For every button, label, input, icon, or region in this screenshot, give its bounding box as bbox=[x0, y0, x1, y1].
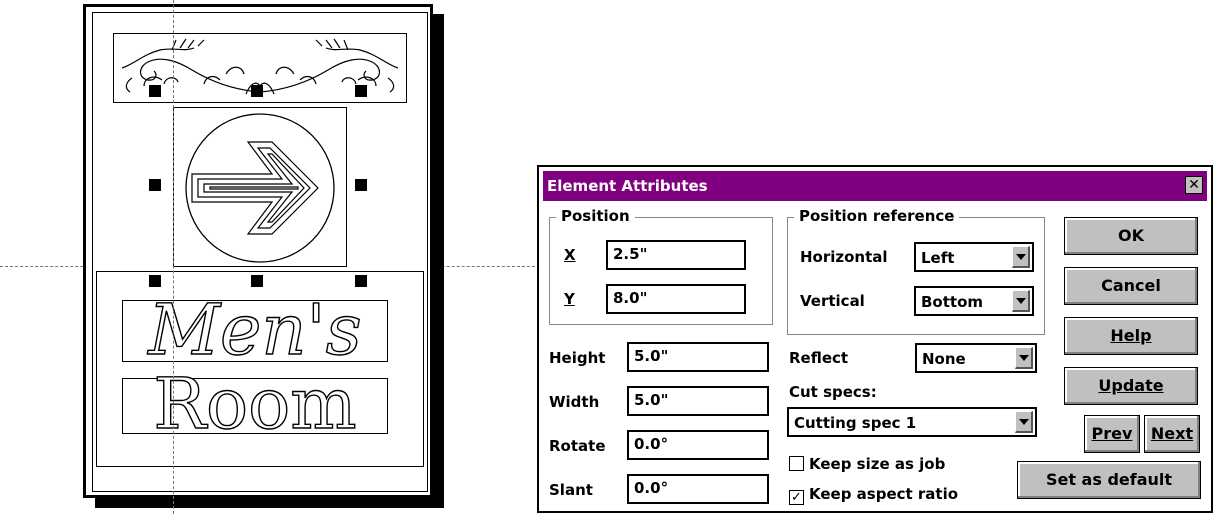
sign-border: Men's Room bbox=[92, 12, 428, 492]
cancel-button[interactable]: Cancel bbox=[1064, 267, 1198, 305]
next-button[interactable]: Next bbox=[1144, 415, 1200, 453]
position-group: Position X 2.5" Y 8.0" bbox=[549, 207, 773, 325]
checkmark-icon[interactable]: ✓ bbox=[789, 490, 804, 505]
selection-handle-bottom-left[interactable] bbox=[149, 275, 161, 287]
slant-label: Slant bbox=[549, 481, 593, 499]
x-field[interactable]: 2.5" bbox=[606, 240, 746, 270]
position-reference-group: Position reference Horizontal Left Verti… bbox=[787, 207, 1045, 335]
selection-handle-middle-right[interactable] bbox=[355, 179, 367, 191]
keep-size-checkbox-box[interactable] bbox=[789, 456, 804, 471]
mens-text-box[interactable]: Men's bbox=[122, 294, 388, 366]
chevron-down-icon[interactable] bbox=[1012, 246, 1030, 268]
help-button[interactable]: Help bbox=[1064, 317, 1198, 355]
width-label: Width bbox=[549, 393, 600, 411]
vertical-label: Vertical bbox=[800, 292, 865, 310]
selection-handle-bottom-right[interactable] bbox=[355, 275, 367, 287]
cut-specs-dropdown[interactable]: Cutting spec 1 bbox=[787, 407, 1037, 437]
chevron-down-icon[interactable] bbox=[1015, 411, 1033, 433]
keep-aspect-label: Keep aspect ratio bbox=[809, 485, 959, 503]
keep-size-checkbox[interactable]: Keep size as job bbox=[789, 455, 945, 473]
cut-specs-dropdown-value: Cutting spec 1 bbox=[794, 414, 917, 432]
vertical-dropdown-value: Bottom bbox=[921, 293, 984, 311]
position-group-label: Position bbox=[556, 207, 635, 225]
selection-handle-top-right[interactable] bbox=[355, 85, 367, 97]
rotate-field[interactable]: 0.0° bbox=[627, 430, 769, 460]
height-field[interactable]: 5.0" bbox=[627, 342, 769, 372]
vertical-guide-line[interactable] bbox=[173, 0, 174, 514]
selection-handle-middle-left[interactable] bbox=[149, 179, 161, 191]
dialog-titlebar[interactable]: Element Attributes ✕ bbox=[543, 171, 1207, 201]
ok-button[interactable]: OK bbox=[1064, 217, 1198, 255]
mens-text: Men's bbox=[148, 289, 363, 371]
update-button[interactable]: Update bbox=[1064, 367, 1198, 405]
y-field[interactable]: 8.0" bbox=[606, 284, 746, 314]
element-attributes-dialog: Element Attributes ✕ Position X 2.5" Y 8… bbox=[537, 165, 1213, 513]
prev-button[interactable]: Prev bbox=[1084, 415, 1140, 453]
selection-handle-bottom-center[interactable] bbox=[251, 275, 263, 287]
room-text-box[interactable]: Room bbox=[122, 368, 388, 440]
chevron-down-icon[interactable] bbox=[1015, 347, 1033, 369]
room-text: Room bbox=[153, 363, 358, 445]
text-block-element[interactable]: Men's Room bbox=[96, 271, 424, 467]
selection-handle-top-left[interactable] bbox=[149, 85, 161, 97]
reflect-dropdown-value: None bbox=[922, 350, 966, 368]
dialog-title: Element Attributes bbox=[547, 177, 708, 195]
keep-aspect-checkbox[interactable]: ✓ Keep aspect ratio bbox=[789, 485, 958, 505]
horizontal-label: Horizontal bbox=[800, 248, 888, 266]
chevron-down-icon[interactable] bbox=[1012, 290, 1030, 312]
close-icon[interactable]: ✕ bbox=[1185, 176, 1203, 194]
horizontal-dropdown[interactable]: Left bbox=[914, 242, 1034, 272]
y-label: Y bbox=[564, 290, 575, 308]
horizontal-dropdown-value: Left bbox=[921, 249, 955, 267]
set-as-default-button[interactable]: Set as default bbox=[1017, 461, 1201, 499]
position-reference-group-label: Position reference bbox=[794, 207, 960, 225]
arrow-right-icon bbox=[185, 113, 335, 263]
arrow-element[interactable] bbox=[173, 107, 347, 267]
selection-handle-top-center[interactable] bbox=[251, 85, 263, 97]
x-label: X bbox=[564, 246, 576, 264]
rotate-label: Rotate bbox=[549, 437, 606, 455]
cut-specs-label: Cut specs: bbox=[789, 383, 877, 401]
keep-size-label: Keep size as job bbox=[809, 455, 946, 473]
vertical-dropdown[interactable]: Bottom bbox=[914, 286, 1034, 316]
slant-field[interactable]: 0.0° bbox=[627, 474, 769, 504]
reflect-label: Reflect bbox=[789, 349, 849, 367]
reflect-dropdown[interactable]: None bbox=[915, 343, 1037, 373]
height-label: Height bbox=[549, 349, 606, 367]
width-field[interactable]: 5.0" bbox=[627, 386, 769, 416]
